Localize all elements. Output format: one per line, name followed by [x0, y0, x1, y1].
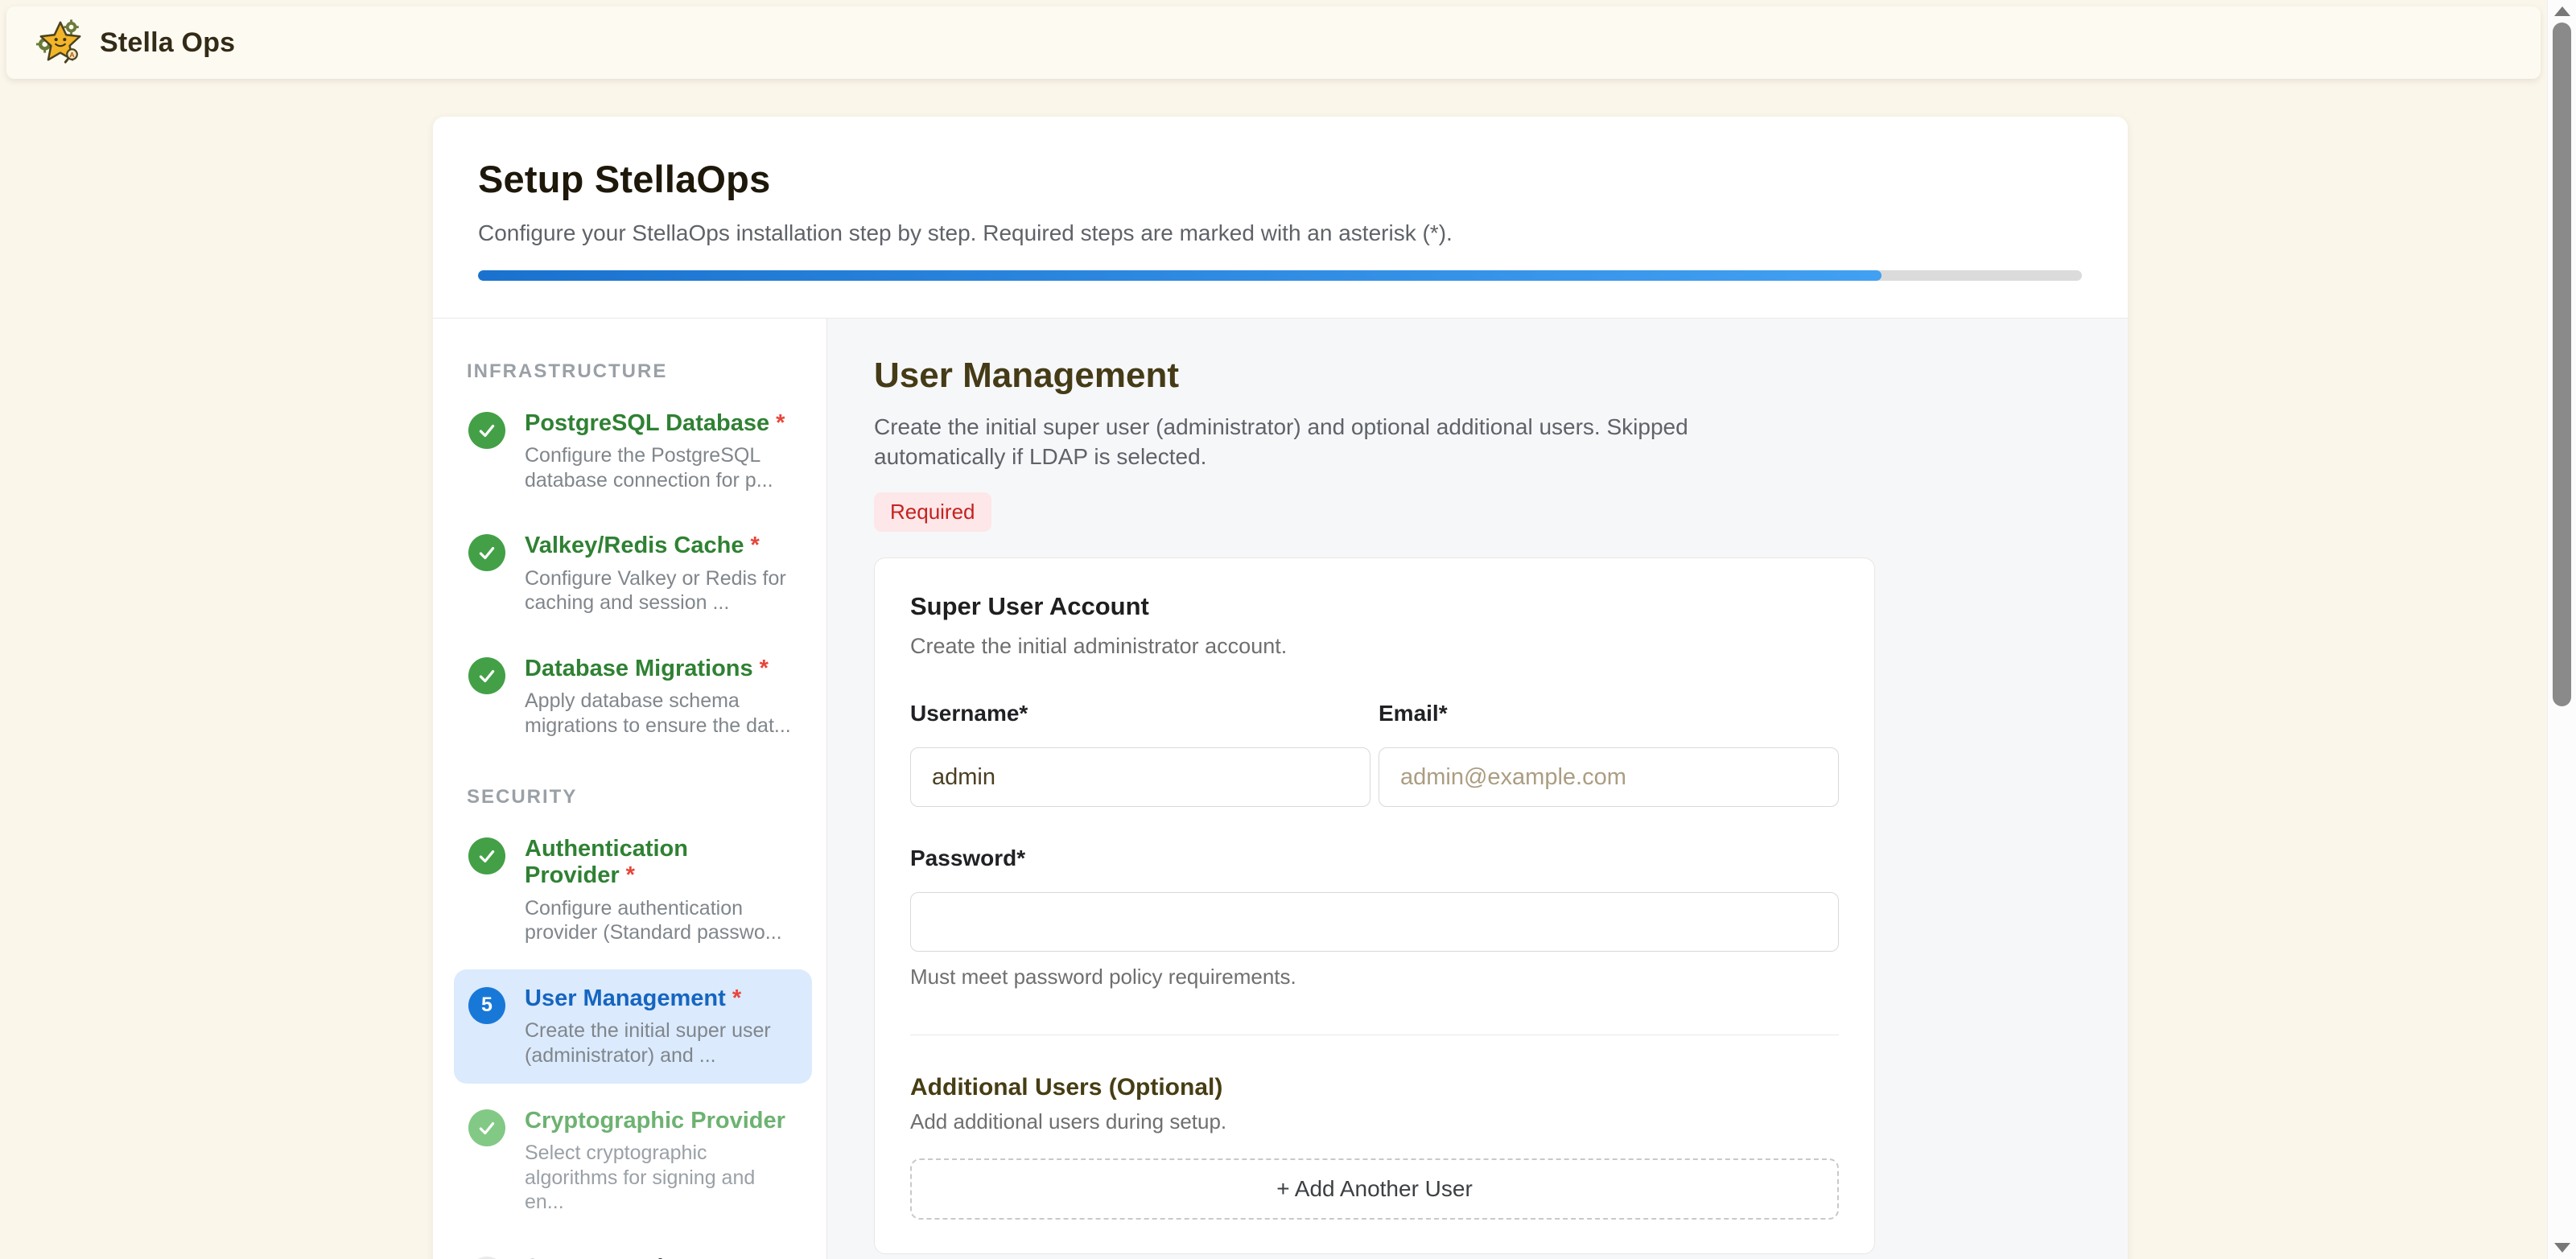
password-field-group: Password* Must meet password policy requ… [910, 846, 1839, 990]
sidebar-item-cryptographic-provider[interactable]: Cryptographic Provider Select cryptograp… [454, 1092, 812, 1231]
check-circle-icon [468, 1109, 505, 1146]
step-title: User Management [525, 985, 726, 1011]
wizard-subtitle: Configure your StellaOps installation st… [478, 220, 2083, 246]
wizard-header: Setup StellaOps Configure your StellaOps… [433, 117, 2128, 319]
panel-title: Super User Account [910, 592, 1839, 621]
wizard-title: Setup StellaOps [478, 157, 2083, 201]
step-description: Configure Valkey or Redis for caching an… [525, 566, 798, 615]
username-input[interactable] [910, 747, 1370, 807]
sidebar-item-user-management[interactable]: 5 User Management* Create the initial su… [454, 969, 812, 1084]
sidebar-item-secrets-vault[interactable]: 7 Secrets Vault Configure a secrets vaul… [454, 1239, 812, 1259]
required-asterisk: * [750, 533, 759, 558]
sidebar-item-postgresql-database[interactable]: PostgreSQL Database * Configure the Postg… [454, 394, 812, 508]
stella-ops-logo-icon: A [35, 18, 85, 68]
setup-progress-fill [478, 270, 1882, 281]
sidebar-item-authentication-provider[interactable]: Authentication Provider* Configure authe… [454, 820, 812, 961]
step-description: Create the initial super user (administr… [525, 1018, 798, 1068]
step-description: Select cryptographic algorithms for sign… [525, 1141, 798, 1215]
check-circle-icon [468, 837, 505, 874]
step-number-badge: 5 [468, 987, 505, 1024]
email-input[interactable] [1379, 747, 1839, 807]
super-user-account-panel: Super User Account Create the initial ad… [874, 557, 1875, 1254]
password-help-text: Must meet password policy requirements. [910, 965, 1839, 990]
top-app-bar: A Stella Ops [6, 6, 2541, 79]
setup-progress-bar [478, 270, 2082, 281]
scrollbar-up-arrow-icon[interactable] [2554, 6, 2570, 16]
check-circle-icon [468, 534, 505, 571]
vertical-scrollbar[interactable] [2547, 0, 2576, 1259]
username-field-group: Username* [910, 701, 1370, 807]
step-description: Configure authentication provider (Stand… [525, 896, 798, 945]
sidebar-item-valkey-redis-cache[interactable]: Valkey/Redis Cache* Configure Valkey or … [454, 516, 812, 631]
password-label: Password* [910, 846, 1025, 870]
username-label: Username* [910, 701, 1028, 726]
scrollbar-thumb[interactable] [2553, 23, 2571, 706]
step-title: Database Migrations [525, 656, 753, 681]
required-asterisk: * [626, 862, 635, 888]
section-label-security: SECURITY [467, 786, 812, 808]
brand-title: Stella Ops [100, 27, 235, 59]
password-input[interactable] [910, 892, 1839, 952]
panel-subtitle: Create the initial administrator account… [910, 634, 1839, 659]
step-title: Valkey/Redis Cache [525, 533, 744, 558]
email-field-group: Email* [1379, 701, 1839, 807]
svg-text:A: A [69, 51, 75, 59]
required-asterisk: * [760, 656, 769, 681]
step-title: Cryptographic Provider [525, 1108, 785, 1134]
check-circle-icon [468, 657, 505, 694]
additional-users-title: Additional Users (Optional) [910, 1074, 1839, 1101]
required-asterisk: * [776, 410, 785, 436]
step-title: Secrets Vault [525, 1255, 671, 1259]
sidebar-item-database-migrations[interactable]: Database Migrations * Apply database sche… [454, 640, 812, 754]
steps-sidebar: INFRASTRUCTURE PostgreSQL Database * Conf… [433, 319, 827, 1259]
setup-wizard-card: Setup StellaOps Configure your StellaOps… [433, 117, 2128, 1259]
section-label-infrastructure: INFRASTRUCTURE [467, 360, 812, 383]
step-description: Apply database schema migrations to ensu… [525, 689, 798, 738]
step-description: Configure the PostgreSQL database connec… [525, 443, 798, 492]
add-another-user-button[interactable]: + Add Another User [910, 1158, 1839, 1220]
page-title: User Management [874, 356, 2128, 396]
scrollbar-down-arrow-icon[interactable] [2554, 1243, 2570, 1253]
check-circle-icon [468, 412, 505, 449]
step-title: PostgreSQL Database [525, 410, 769, 436]
email-label: Email* [1379, 701, 1448, 726]
step-title: Authentication Provider [525, 836, 688, 888]
additional-users-subtitle: Add additional users during setup. [910, 1109, 1839, 1134]
required-badge: Required [874, 492, 991, 532]
page-description: Create the initial super user (administr… [874, 412, 1759, 471]
step-content-pane: User Management Create the initial super… [827, 319, 2128, 1259]
required-asterisk: * [732, 985, 741, 1011]
